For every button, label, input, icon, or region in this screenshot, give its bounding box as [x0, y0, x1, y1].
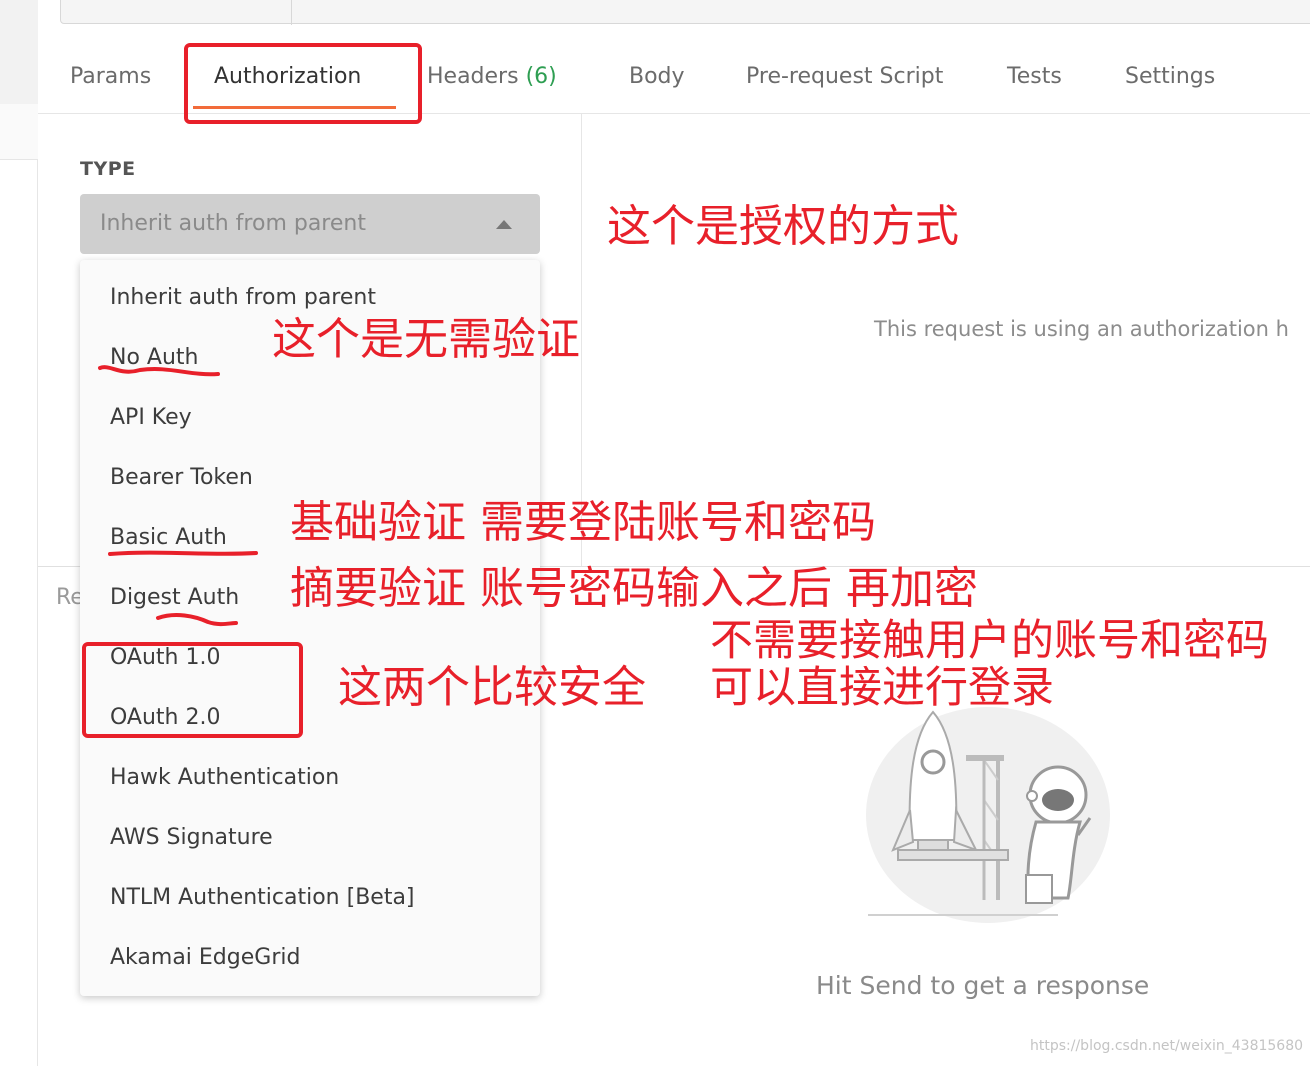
auth-type-select[interactable]: Inherit auth from parent — [80, 194, 540, 254]
no-auth-underline — [98, 365, 220, 377]
annotation-oauth-desc-1: 不需要接触用户的账号和密码 — [710, 616, 1269, 666]
menu-item-bearer-token[interactable]: Bearer Token — [110, 465, 253, 490]
postman-window: { "tabs": [ {"label": "Params"}, {"label… — [0, 0, 1310, 1066]
response-empty-hint: Hit Send to get a response — [816, 971, 1150, 1000]
digest-auth-underline — [156, 613, 238, 627]
headers-count-badge: (6) — [525, 64, 557, 89]
menu-item-aws-signature[interactable]: AWS Signature — [110, 825, 273, 850]
annotation-basic-auth: 基础验证 需要登陆账号和密码 — [290, 497, 876, 548]
menu-item-api-key[interactable]: API Key — [110, 405, 192, 430]
annotation-digest-auth: 摘要验证 账号密码输入之后 再加密 — [290, 563, 978, 614]
tab-settings[interactable]: Settings — [1125, 64, 1215, 89]
oauth-highlight-box — [82, 642, 303, 738]
left-sidebar-strip — [0, 0, 38, 1066]
watermark: https://blog.csdn.net/weixin_43815680 — [1030, 1038, 1304, 1054]
authorization-tab-highlight — [184, 43, 422, 124]
caret-up-icon — [496, 220, 512, 229]
basic-auth-underline — [108, 550, 258, 556]
tab-pre-request-script[interactable]: Pre-request Script — [746, 64, 943, 89]
tab-params[interactable]: Params — [70, 64, 151, 89]
menu-item-ntlm-authentication[interactable]: NTLM Authentication [Beta] — [110, 885, 415, 910]
annotation-oauth-desc-2: 可以直接进行登录 — [710, 663, 1054, 713]
tab-tests[interactable]: Tests — [1007, 64, 1062, 89]
auth-type-selected-value: Inherit auth from parent — [100, 211, 366, 236]
annotation-auth-method: 这个是授权的方式 — [607, 201, 959, 252]
auth-info-text: This request is using an authorization h — [874, 317, 1289, 341]
tab-body[interactable]: Body — [629, 64, 685, 89]
auth-type-label: TYPE — [80, 158, 136, 180]
menu-item-akamai-edgegrid[interactable]: Akamai EdgeGrid — [110, 945, 300, 970]
request-url-bar[interactable] — [60, 0, 1310, 25]
annotation-oauth-safe: 这两个比较安全 — [338, 662, 646, 713]
annotation-no-auth: 这个是无需验证 — [272, 314, 580, 365]
menu-item-hawk-authentication[interactable]: Hawk Authentication — [110, 765, 339, 790]
rocket-astronaut-illustration — [866, 707, 1110, 923]
tab-headers[interactable]: Headers (6) — [427, 64, 557, 89]
menu-item-inherit-auth[interactable]: Inherit auth from parent — [110, 285, 376, 310]
